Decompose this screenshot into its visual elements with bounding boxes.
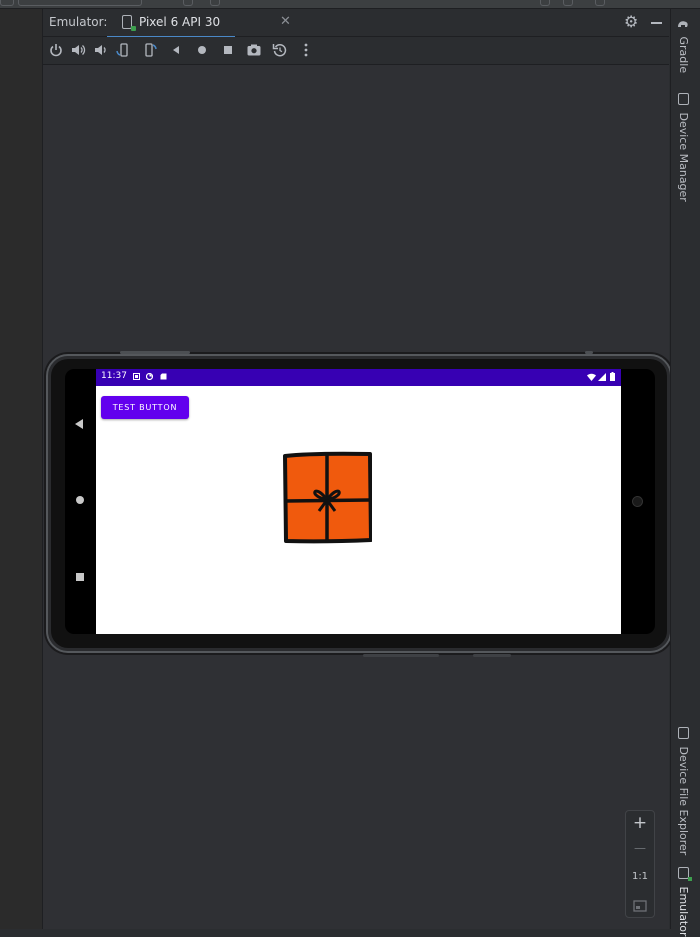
device-manager-tab[interactable]: Device Manager	[677, 93, 690, 202]
device-manager-icon	[677, 93, 689, 105]
status-time: 11:37	[101, 371, 127, 381]
device-icon	[122, 15, 136, 31]
device-file-explorer-tab-label: Device File Explorer	[677, 746, 690, 856]
gradle-elephant-icon	[678, 21, 688, 27]
toolbar-fragment	[595, 0, 605, 6]
actual-size-button[interactable]: 1:1	[626, 871, 654, 882]
minimize-icon[interactable]	[651, 22, 662, 24]
device-manager-tab-label: Device Manager	[677, 112, 690, 202]
screenshot-icon[interactable]	[246, 42, 262, 58]
emulator-tab-label: Emulator	[677, 886, 690, 937]
emulator-panel: Emulator: Pixel 6 API 30 ✕ ⚙ 11:37 TEST …	[43, 9, 672, 929]
power-icon[interactable]	[48, 42, 64, 58]
toolbar-fragment	[563, 0, 573, 6]
more-icon[interactable]	[298, 42, 314, 58]
overview-icon[interactable]	[220, 42, 236, 58]
status-bar: 11:37	[96, 369, 621, 386]
android-nav-bar	[65, 369, 96, 634]
zoom-out-button[interactable]: —	[626, 841, 654, 855]
gear-icon[interactable]: ⚙	[624, 12, 638, 31]
zoom-in-button[interactable]: +	[626, 813, 654, 833]
tab-title: Pixel 6 API 30	[139, 15, 221, 29]
toolbar-fragment	[183, 0, 193, 6]
emulator-icon	[677, 867, 692, 881]
emulator-label: Emulator:	[49, 15, 108, 29]
home-icon[interactable]	[194, 42, 210, 58]
ide-left-strip	[0, 0, 43, 929]
volume-up-icon[interactable]	[70, 42, 86, 58]
zoom-controls: + — 1:1	[625, 810, 655, 918]
device-screen[interactable]: 11:37 TEST BUTTON	[96, 369, 621, 634]
wifi-icon	[587, 373, 596, 381]
nav-home-icon[interactable]	[76, 496, 84, 504]
toolbar-fragment	[210, 0, 220, 6]
front-camera	[632, 496, 643, 507]
back-icon[interactable]	[168, 42, 184, 58]
gradle-tab[interactable]: Gradle	[677, 19, 690, 73]
close-tab-icon[interactable]: ✕	[280, 14, 291, 29]
device-side-button	[585, 351, 593, 354]
toolbar-fragment	[540, 0, 550, 6]
gift-box-image	[283, 451, 372, 544]
gradle-tab-label: Gradle	[677, 36, 690, 74]
device-file-explorer-tab[interactable]: Device File Explorer	[677, 727, 690, 855]
cell-signal-icon	[598, 373, 606, 381]
notification-icon	[133, 373, 140, 380]
test-button[interactable]: TEST BUTTON	[101, 396, 189, 419]
nav-recents-icon[interactable]	[76, 573, 84, 581]
toolbar-fragment	[0, 0, 14, 6]
snapshot-icon[interactable]	[272, 42, 288, 58]
ide-top-toolbar	[0, 0, 700, 9]
device-frame: 11:37 TEST BUTTON	[46, 351, 672, 657]
sd-card-icon	[160, 373, 167, 380]
device-file-explorer-icon	[677, 727, 689, 739]
emulator-toolbar	[43, 37, 669, 65]
nav-back-icon[interactable]	[75, 419, 83, 429]
emulator-tab[interactable]: Emulator	[677, 867, 692, 937]
device-side-button	[120, 351, 190, 354]
toolbar-fragment	[18, 0, 142, 6]
fit-screen-icon[interactable]	[626, 897, 654, 916]
rotate-left-icon[interactable]	[115, 42, 131, 58]
device-side-button	[473, 654, 511, 657]
device-side-button	[363, 654, 439, 657]
volume-down-icon[interactable]	[92, 42, 108, 58]
rotate-right-icon[interactable]	[142, 42, 158, 58]
battery-icon	[610, 372, 615, 381]
data-saver-icon	[146, 373, 153, 380]
emulator-tab-bar: Emulator: Pixel 6 API 30 ✕ ⚙	[43, 9, 669, 38]
device-bezel: 11:37 TEST BUTTON	[65, 369, 655, 634]
tab-pixel-6-api-30[interactable]: Pixel 6 API 30 ✕	[107, 9, 291, 38]
right-tool-stripe: Gradle Device Manager Device File Explor…	[670, 9, 700, 937]
